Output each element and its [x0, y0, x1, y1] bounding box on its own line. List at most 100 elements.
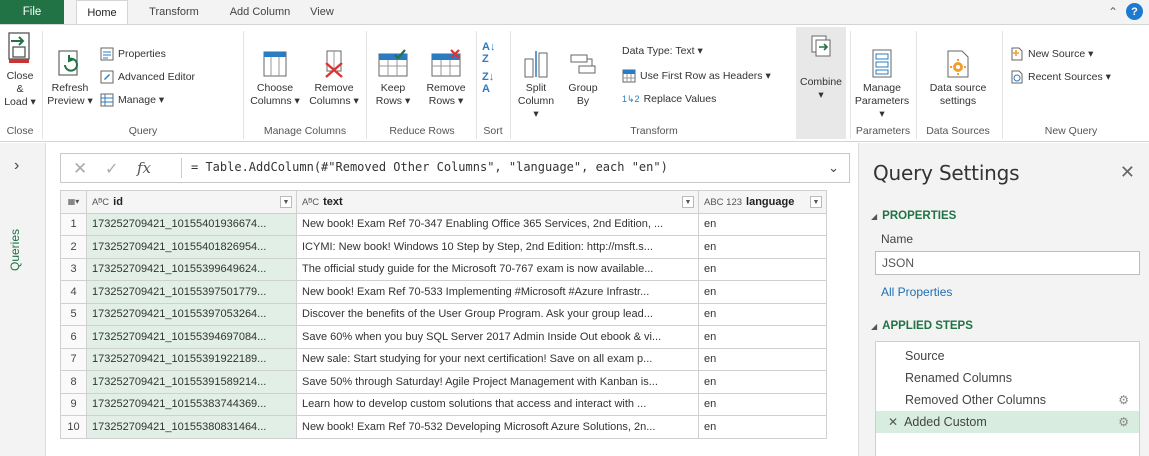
table-row[interactable]: 7 173252709421_10155391922189... New sale:… — [60, 347, 827, 371]
properties-section-header[interactable]: ◢ PROPERTIES — [871, 210, 956, 222]
cell-text[interactable]: Save 60% when you buy SQL Server 2017 Ad… — [296, 325, 699, 349]
cell-language[interactable]: en — [698, 415, 827, 439]
row-number[interactable]: 9 — [60, 392, 87, 416]
row-number[interactable]: 7 — [60, 347, 87, 371]
step-removed-other-columns[interactable]: Removed Other Columns ⚙ — [876, 389, 1139, 411]
table-row[interactable]: 10 173252709421_10155380831464... New book… — [60, 415, 827, 439]
cancel-formula-icon[interactable]: ✕ — [73, 159, 87, 179]
table-row[interactable]: 1 173252709421_10155401936674... New book!… — [60, 212, 827, 236]
cell-text[interactable]: New book! Exam Ref 70-533 Implementing #… — [296, 280, 699, 304]
table-row[interactable]: 9 173252709421_10155383744369... Learn how… — [60, 392, 827, 416]
table-row[interactable]: 3 173252709421_10155399649624... The offic… — [60, 257, 827, 281]
row-number[interactable]: 8 — [60, 370, 87, 394]
sort-descending-button[interactable]: Z↓ A — [482, 71, 494, 95]
cell-language[interactable]: en — [698, 212, 827, 236]
tab-transform[interactable]: Transform — [138, 0, 210, 24]
data-source-settings-button[interactable]: Data source settings — [920, 49, 996, 108]
cell-language[interactable]: en — [698, 257, 827, 281]
refresh-preview-button[interactable]: Refresh Preview ▾ — [46, 49, 94, 108]
cell-id[interactable]: 173252709421_10155397053264... — [86, 302, 297, 326]
cell-language[interactable]: en — [698, 280, 827, 304]
first-row-headers-button[interactable]: Use First Row as Headers ▾ — [622, 69, 771, 83]
remove-rows-button[interactable]: Remove Rows ▾ — [420, 49, 472, 108]
remove-columns-button[interactable]: Remove Columns ▾ — [305, 49, 363, 108]
row-number[interactable]: 2 — [60, 235, 87, 259]
cell-id[interactable]: 173252709421_10155401936674... — [86, 212, 297, 236]
table-corner-menu[interactable]: ▦▾ — [60, 190, 87, 214]
step-source[interactable]: Source — [876, 345, 1139, 367]
row-number[interactable]: 10 — [60, 415, 87, 439]
cell-language[interactable]: en — [698, 370, 827, 394]
commit-formula-icon[interactable]: ✓ — [105, 159, 118, 179]
expand-queries-icon[interactable]: › — [14, 157, 19, 175]
collapse-ribbon-icon[interactable]: ⌃ — [1108, 5, 1118, 19]
recent-sources-button[interactable]: Recent Sources ▾ — [1010, 70, 1111, 84]
column-header-language[interactable]: ABC 123 language ▼ — [698, 190, 827, 214]
tab-add-column[interactable]: Add Column — [220, 0, 300, 24]
split-column-button[interactable]: Split Column ▾ — [514, 49, 558, 121]
cell-id[interactable]: 173252709421_10155401826954... — [86, 235, 297, 259]
cell-text[interactable]: Discover the benefits of the User Group … — [296, 302, 699, 326]
formula-input[interactable]: = Table.AddColumn(#"Removed Other Column… — [191, 160, 668, 174]
step-renamed-columns[interactable]: Renamed Columns — [876, 367, 1139, 389]
tab-file[interactable]: File — [0, 0, 64, 24]
queries-pane-label[interactable]: Queries — [8, 229, 22, 271]
properties-button[interactable]: Properties — [100, 47, 166, 61]
cell-text[interactable]: New book! Exam Ref 70-347 Enabling Offic… — [296, 212, 699, 236]
tab-view[interactable]: View — [302, 0, 342, 24]
close-icon[interactable]: ✕ — [1120, 162, 1135, 183]
query-name-input[interactable] — [875, 251, 1140, 275]
column-header-text[interactable]: AᴮC text ▼ — [296, 190, 699, 214]
applied-steps-section-header[interactable]: ◢ APPLIED STEPS — [871, 320, 973, 332]
manage-parameters-button[interactable]: Manage Parameters ▾ — [852, 49, 912, 121]
cell-language[interactable]: en — [698, 325, 827, 349]
cell-language[interactable]: en — [698, 392, 827, 416]
group-by-button[interactable]: Group By — [562, 49, 604, 108]
expand-formula-icon[interactable]: ⌄ — [828, 160, 839, 176]
table-row[interactable]: 6 173252709421_10155394697084... Save 60% … — [60, 325, 827, 349]
choose-columns-button[interactable]: Choose Columns ▾ — [246, 49, 304, 108]
cell-id[interactable]: 173252709421_10155394697084... — [86, 325, 297, 349]
column-header-id[interactable]: AᴮC id ▼ — [86, 190, 297, 214]
gear-icon[interactable]: ⚙ — [1118, 415, 1129, 429]
row-number[interactable]: 5 — [60, 302, 87, 326]
cell-id[interactable]: 173252709421_10155383744369... — [86, 392, 297, 416]
data-type-button[interactable]: Data Type: Text ▾ — [622, 45, 703, 57]
gear-icon[interactable]: ⚙ — [1118, 393, 1129, 407]
cell-text[interactable]: New book! Exam Ref 70-532 Developing Mic… — [296, 415, 699, 439]
cell-language[interactable]: en — [698, 302, 827, 326]
row-number[interactable]: 4 — [60, 280, 87, 304]
table-row[interactable]: 2 173252709421_10155401826954... ICYMI: Ne… — [60, 235, 827, 259]
table-row[interactable]: 5 173252709421_10155397053264... Discover … — [60, 302, 827, 326]
tab-home[interactable]: Home — [76, 0, 128, 25]
filter-dropdown-icon[interactable]: ▼ — [682, 196, 694, 208]
cell-text[interactable]: Save 50% through Saturday! Agile Project… — [296, 370, 699, 394]
cell-language[interactable]: en — [698, 235, 827, 259]
manage-button[interactable]: Manage ▾ — [100, 93, 164, 107]
close-and-load-button[interactable]: Close & Load ▾ — [3, 29, 37, 109]
help-icon[interactable]: ? — [1126, 3, 1143, 20]
cell-id[interactable]: 173252709421_10155391589214... — [86, 370, 297, 394]
cell-id[interactable]: 173252709421_10155380831464... — [86, 415, 297, 439]
cell-text[interactable]: New sale: Start studying for your next c… — [296, 347, 699, 371]
filter-dropdown-icon[interactable]: ▼ — [810, 196, 822, 208]
table-row[interactable]: 8 173252709421_10155391589214... Save 50% … — [60, 370, 827, 394]
all-properties-link[interactable]: All Properties — [881, 285, 952, 299]
row-number[interactable]: 3 — [60, 257, 87, 281]
cell-id[interactable]: 173252709421_10155391922189... — [86, 347, 297, 371]
cell-text[interactable]: ICYMI: New book! Windows 10 Step by Step… — [296, 235, 699, 259]
step-added-custom[interactable]: ✕ Added Custom ⚙ — [876, 411, 1139, 433]
row-number[interactable]: 1 — [60, 212, 87, 236]
combine-button[interactable]: Combine ▾ — [796, 33, 846, 102]
advanced-editor-button[interactable]: Advanced Editor — [100, 70, 195, 84]
cell-id[interactable]: 173252709421_10155399649624... — [86, 257, 297, 281]
row-number[interactable]: 6 — [60, 325, 87, 349]
sort-ascending-button[interactable]: A↓ Z — [482, 41, 495, 65]
cell-language[interactable]: en — [698, 347, 827, 371]
filter-dropdown-icon[interactable]: ▼ — [280, 196, 292, 208]
cell-text[interactable]: Learn how to develop custom solutions th… — [296, 392, 699, 416]
cell-id[interactable]: 173252709421_10155397501779... — [86, 280, 297, 304]
new-source-button[interactable]: New Source ▾ — [1010, 47, 1093, 61]
cell-text[interactable]: The official study guide for the Microso… — [296, 257, 699, 281]
delete-step-icon[interactable]: ✕ — [888, 415, 898, 429]
